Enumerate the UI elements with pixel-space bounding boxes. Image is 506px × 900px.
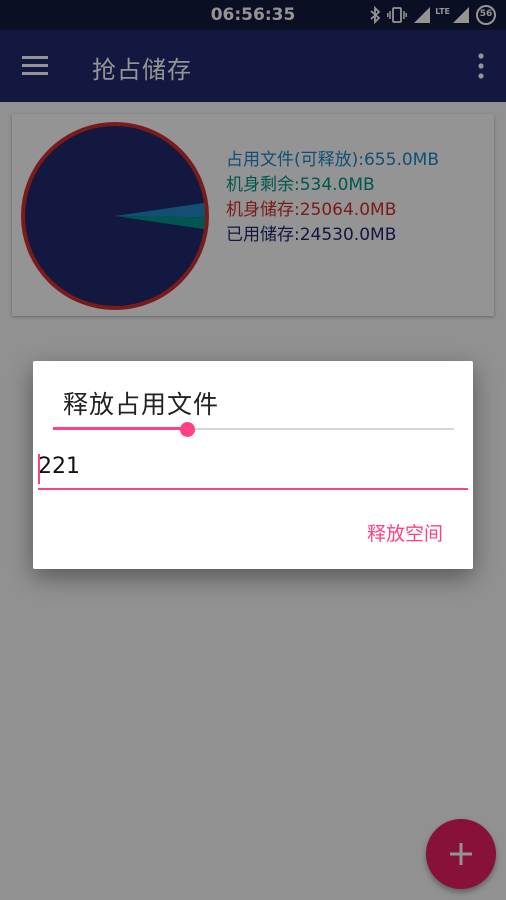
release-dialog: 释放占用文件 221 释放空间 — [33, 361, 473, 569]
slider-fill — [53, 427, 188, 430]
text-cursor — [38, 454, 40, 484]
release-amount-value: 221 — [38, 454, 80, 479]
release-slider[interactable] — [53, 420, 454, 438]
release-space-button[interactable]: 释放空间 — [367, 519, 443, 546]
release-amount-input[interactable]: 221 — [38, 451, 468, 490]
dialog-title: 释放占用文件 — [63, 390, 220, 419]
slider-thumb[interactable] — [180, 422, 196, 437]
